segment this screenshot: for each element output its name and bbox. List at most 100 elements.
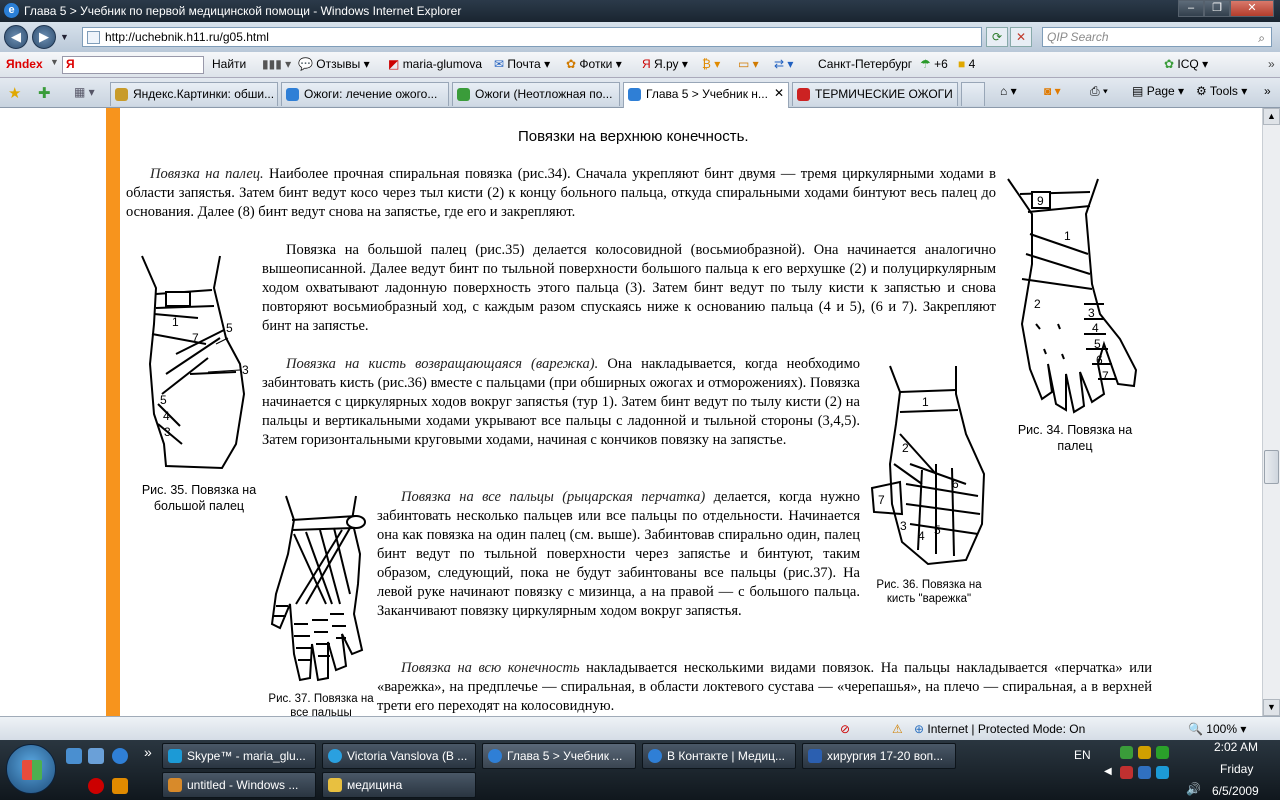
- stop-button[interactable]: ✕: [1010, 27, 1032, 47]
- clock-date: 6/5/2009: [1212, 784, 1259, 798]
- tray-app-icon[interactable]: [1120, 746, 1133, 759]
- search-icon[interactable]: ⌕: [1258, 29, 1265, 47]
- zone-indicator[interactable]: ⊕ Internet | Protected Mode: On: [914, 722, 1085, 736]
- switch-windows-icon[interactable]: [88, 748, 104, 764]
- yandex-search-input[interactable]: Я: [62, 56, 204, 74]
- tab-thermal-burns[interactable]: ТЕРМИЧЕСКИЕ ОЖОГИ ...: [792, 82, 958, 106]
- maximize-button[interactable]: ❐: [1204, 0, 1230, 17]
- yandex-photos-button[interactable]: ✿ Фотки ▾: [566, 57, 622, 71]
- yandex-logo[interactable]: Яndex: [6, 57, 43, 71]
- feeds-icon[interactable]: ◙ ▾: [1044, 84, 1061, 98]
- tools-menu-button[interactable]: ⚙ Tools ▾: [1196, 84, 1247, 98]
- signal-icon[interactable]: ▮▮▮ ▾: [262, 57, 291, 71]
- scrollbar-thumb[interactable]: [1264, 450, 1279, 484]
- close-button[interactable]: ✕: [1230, 0, 1274, 17]
- tray-expand-icon[interactable]: ◀: [1104, 766, 1112, 777]
- back-button[interactable]: ◀: [4, 25, 28, 49]
- start-button[interactable]: [6, 744, 56, 794]
- tab-burns-emergency[interactable]: Ожоги (Неотложная по...: [452, 82, 620, 106]
- address-input[interactable]: http://uchebnik.h11.ru/g05.html: [82, 27, 982, 47]
- new-tab-button[interactable]: [961, 82, 985, 106]
- yandex-reviews-button[interactable]: 💬 Отзывы ▾: [298, 57, 370, 71]
- show-desktop-icon[interactable]: [66, 748, 82, 764]
- icq-tray-icon[interactable]: [1156, 746, 1169, 759]
- taskbar-ie-chapter5[interactable]: Глава 5 > Учебник ...: [482, 743, 636, 769]
- winamp-quicklaunch-icon[interactable]: [112, 778, 128, 794]
- yandex-menu-arrow[interactable]: ▼: [50, 57, 59, 67]
- scroll-down-icon[interactable]: ▼: [1263, 699, 1280, 716]
- ie-icon: [488, 749, 502, 763]
- yandex-mail-button[interactable]: ✉ Почта ▾: [494, 57, 550, 71]
- taskbar-folder[interactable]: медицина: [322, 772, 476, 798]
- page-menu-button[interactable]: ▤ Page ▾: [1132, 84, 1184, 98]
- yandex-yaru-button[interactable]: Я Я.ру ▾: [642, 57, 688, 71]
- taskbar-paint[interactable]: untitled - Windows ...: [162, 772, 316, 798]
- ie-quicklaunch-icon[interactable]: [112, 748, 128, 764]
- network-icon[interactable]: [1138, 766, 1151, 779]
- traffic-level: 4: [968, 57, 976, 71]
- traffic-widget[interactable]: ■ 4: [958, 57, 975, 71]
- popup-blocker-icon[interactable]: ⊘: [840, 722, 850, 736]
- favorites-star-icon[interactable]: ★: [8, 84, 21, 102]
- page-menu-icon: ▤: [1132, 84, 1144, 98]
- weather-widget[interactable]: ☂ +6: [920, 57, 948, 71]
- clock-time[interactable]: 2:02 AM: [1214, 740, 1258, 754]
- volume-icon[interactable]: 🔊: [1186, 782, 1201, 796]
- fig36-label: 7: [878, 493, 885, 507]
- title-bar: e Глава 5 > Учебник по первой медицинско…: [0, 0, 1280, 22]
- fig35-label: 4: [163, 409, 170, 423]
- tray-app-icon[interactable]: [1138, 746, 1151, 759]
- yandex-user-button[interactable]: ◩ maria-glumova: [388, 57, 482, 71]
- security-warning-icon[interactable]: ⚠: [892, 722, 903, 736]
- money-icon[interactable]: ₿ ▾: [702, 57, 720, 71]
- figure-34-finger-bandage: 9 1 2 3 4 5 6 7: [1007, 178, 1138, 414]
- forward-button[interactable]: ▶: [32, 25, 56, 49]
- taskbar-skype[interactable]: Skype™ - maria_glu...: [162, 743, 316, 769]
- toolbar-chevron-icon[interactable]: »: [1268, 57, 1275, 71]
- paragraph-lead: Повязка на палец.: [150, 166, 264, 182]
- scroll-up-icon[interactable]: ▲: [1263, 108, 1280, 125]
- figure-36-caption: Рис. 36. Повязка на кисть "варежка": [876, 579, 982, 605]
- refresh-button[interactable]: ⟳: [986, 27, 1008, 47]
- fig35-label: 1: [172, 315, 179, 329]
- tab-yandex-images[interactable]: Яндекс.Картинки: обши...: [110, 82, 278, 106]
- taskbar-vkontakte[interactable]: В Контакте | Медиц...: [642, 743, 796, 769]
- zoom-control[interactable]: 🔍 100% ▾: [1188, 722, 1246, 736]
- paragraph-lead: Повязка на всю конечность: [401, 660, 580, 676]
- weather-icon: ☂: [920, 57, 931, 71]
- fig34-label: 3: [1088, 306, 1095, 320]
- yandex-find-button[interactable]: Найти: [212, 57, 246, 71]
- figure-37-glove-bandage: [270, 495, 366, 682]
- toolbar-overflow-icon[interactable]: »: [1264, 84, 1271, 98]
- taskbar-chat[interactable]: Victoria Vanslova (В ...: [322, 743, 476, 769]
- tab-chapter5[interactable]: Глава 5 > Учебник н... ✕: [623, 82, 789, 108]
- icq-label: ICQ: [1177, 57, 1199, 71]
- translate-icon[interactable]: ⇄ ▾: [774, 57, 793, 71]
- fig36-label: 5: [934, 523, 941, 537]
- qip-search-input[interactable]: QIP Search ⌕: [1042, 27, 1272, 47]
- print-icon[interactable]: ⎙ ▾: [1090, 84, 1108, 99]
- home-icon[interactable]: ⌂ ▾: [1000, 84, 1017, 98]
- history-dropdown-icon[interactable]: ▼: [60, 32, 69, 42]
- quicklaunch-expand-icon[interactable]: »: [144, 744, 152, 760]
- fig34-label: 6: [1096, 353, 1103, 367]
- skype-tray-icon[interactable]: [1156, 766, 1169, 779]
- opera-quicklaunch-icon[interactable]: [88, 778, 104, 794]
- photos-icon: ✿: [566, 57, 577, 71]
- tab-burns-treatment[interactable]: Ожоги: лечение ожого...: [281, 82, 449, 106]
- word-icon: [808, 749, 822, 763]
- tray-app-icon[interactable]: [1120, 766, 1133, 779]
- icq-button[interactable]: ✿ ICQ ▾: [1164, 57, 1208, 71]
- language-indicator[interactable]: EN: [1074, 748, 1091, 762]
- bookmarks-icon[interactable]: ▭ ▾: [738, 57, 759, 71]
- quick-tabs-icon[interactable]: ▦ ▾: [74, 85, 95, 99]
- taskbar-word-doc[interactable]: хирургия 17-20 воп...: [802, 743, 956, 769]
- add-favorites-icon[interactable]: ✚: [38, 84, 51, 102]
- zoom-icon: 🔍: [1188, 722, 1203, 736]
- vertical-scrollbar[interactable]: ▲ ▼: [1262, 108, 1280, 716]
- yandex-city[interactable]: Санкт-Петербург: [818, 57, 912, 71]
- user-label: maria-glumova: [402, 57, 483, 71]
- tab-close-icon[interactable]: ✕: [774, 86, 784, 100]
- status-bar: ⊘ ⚠ ⊕ Internet | Protected Mode: On 🔍 10…: [0, 716, 1280, 740]
- minimize-button[interactable]: –: [1178, 0, 1204, 17]
